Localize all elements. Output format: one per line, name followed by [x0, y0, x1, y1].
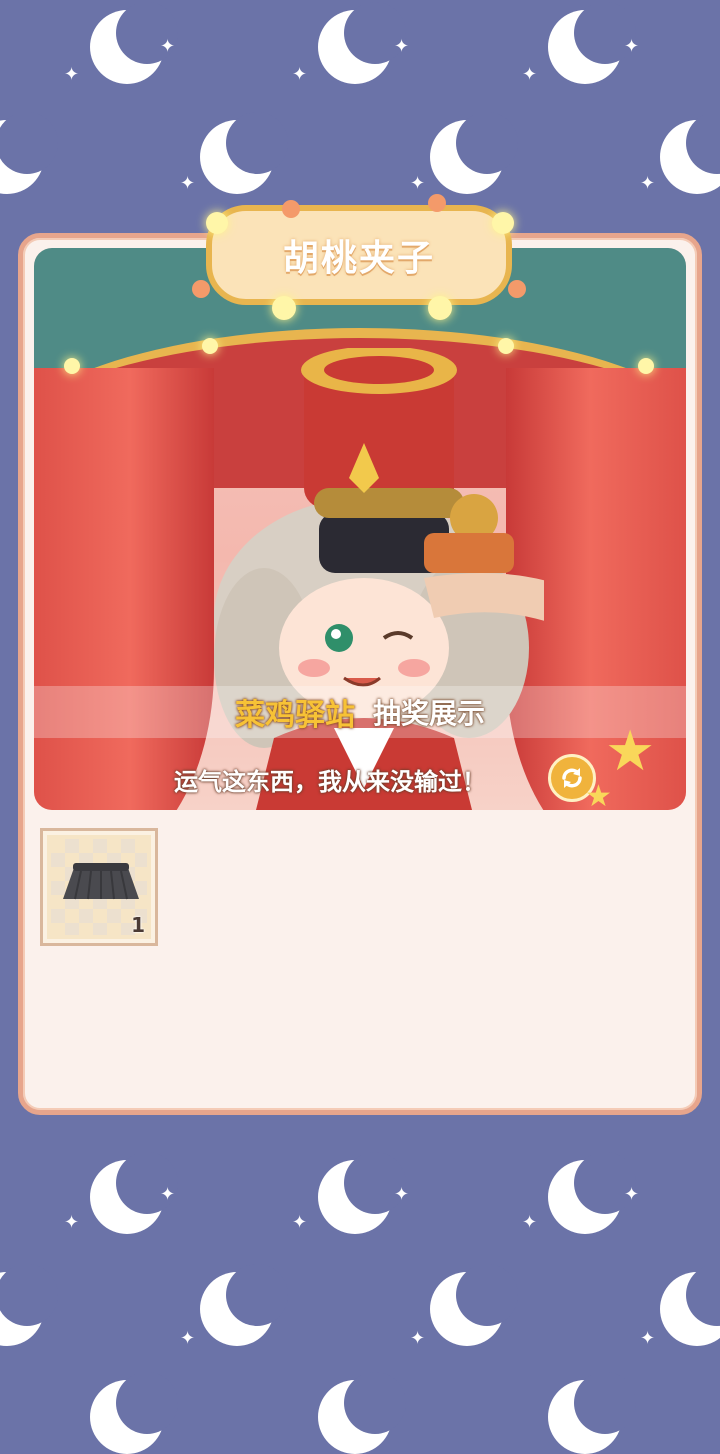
light-bulb-icon	[428, 194, 446, 212]
item-count: 1	[131, 913, 145, 937]
skirt-icon	[63, 863, 139, 900]
refresh-icon	[562, 768, 582, 788]
moon-icon	[318, 2, 406, 84]
star-icon: ✦	[394, 36, 410, 57]
moon-icon	[200, 112, 288, 194]
star-icon: ✦	[640, 1328, 656, 1349]
star-icon: ★	[585, 779, 612, 814]
inventory-item[interactable]: 1	[40, 828, 158, 946]
moon-icon	[90, 1152, 178, 1234]
star-icon: ✦	[64, 64, 80, 85]
light-bulb-icon	[272, 296, 296, 320]
light-bulb-icon	[64, 358, 80, 374]
star-icon: ✦	[410, 1328, 426, 1349]
star-icon: ✦	[292, 64, 308, 85]
star-icon: ✦	[522, 64, 538, 85]
lottery-banner: 菜鸡驿站 抽奖展示	[34, 686, 686, 738]
light-bulb-icon	[508, 280, 526, 298]
star-icon: ✦	[624, 36, 640, 57]
star-icon: ✦	[160, 1184, 176, 1205]
moon-icon	[660, 1264, 720, 1346]
banner-name: 菜鸡驿站	[234, 698, 355, 733]
banner-label: 抽奖展示	[372, 697, 485, 730]
moon-icon	[548, 1372, 636, 1454]
star-icon: ✦	[180, 1328, 196, 1349]
outfit-title-plaque: 胡桃夹子	[206, 205, 512, 305]
star-icon: ✦	[410, 173, 426, 194]
moon-icon	[660, 112, 720, 194]
moon-icon	[90, 1372, 178, 1454]
character-quote: 运气这东西，我从来没输过！	[174, 767, 486, 796]
moon-icon	[200, 1264, 288, 1346]
star-icon: ✦	[292, 1212, 308, 1233]
moon-icon	[430, 112, 518, 194]
moon-icon	[430, 1264, 518, 1346]
star-icon: ✦	[160, 36, 176, 57]
star-icon: ★	[605, 719, 656, 784]
moon-icon	[0, 1264, 58, 1346]
star-icon: ✦	[522, 1212, 538, 1233]
light-bulb-icon	[492, 212, 514, 234]
moon-icon	[318, 1152, 406, 1234]
moon-icon	[548, 1152, 636, 1234]
star-icon: ✦	[394, 1184, 410, 1205]
star-icon: ✦	[640, 173, 656, 194]
star-icon: ✦	[180, 173, 196, 194]
star-icon: ✦	[64, 1212, 80, 1233]
outfit-title: 胡桃夹子	[282, 238, 435, 279]
moon-icon	[548, 2, 636, 84]
light-bulb-icon	[282, 200, 300, 218]
star-icon: ✦	[624, 1184, 640, 1205]
moon-icon	[318, 1372, 406, 1454]
light-bulb-icon	[638, 358, 654, 374]
light-bulb-icon	[192, 280, 210, 298]
light-bulb-icon	[428, 296, 452, 320]
moon-icon	[90, 2, 178, 84]
moon-icon	[0, 112, 58, 194]
light-bulb-icon	[206, 212, 228, 234]
character-illustration	[214, 348, 544, 810]
